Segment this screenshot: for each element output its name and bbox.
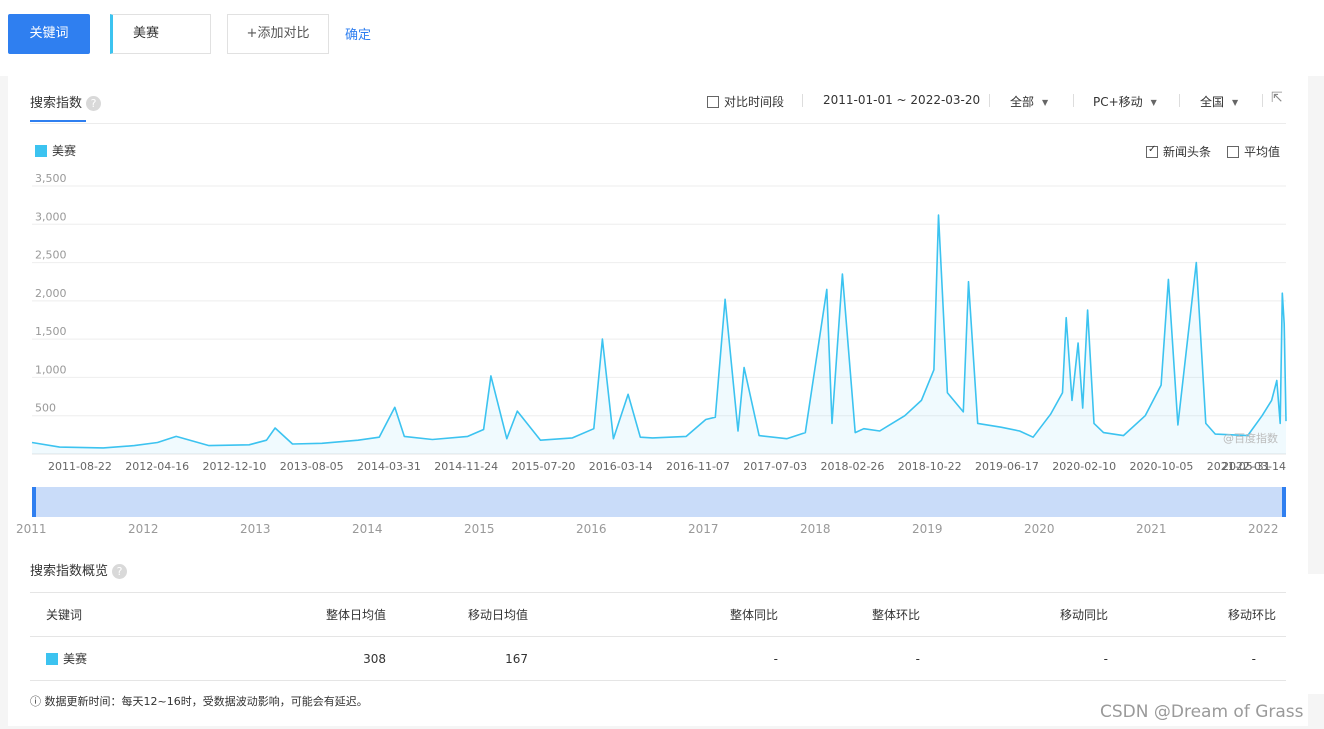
x-tick-label: 2012-12-10: [203, 460, 267, 473]
mobile-mom-cell: -: [1108, 636, 1286, 681]
y-tick-label: 2,500: [35, 249, 67, 262]
keyword-label: 美赛: [63, 652, 88, 666]
slider-year-label: 2011: [16, 522, 47, 536]
table-row: 美赛 308 167 - - - -: [30, 636, 1286, 681]
series-line: [31, 214, 1287, 449]
update-note: ⓘ 数据更新时间：每天12~16时，受数据波动影响，可能会有延迟。: [30, 695, 368, 708]
search-index-panel: 搜索指数? 对比时间段 2011-01-01 ~ 2022-03-20 全部 ▼ …: [8, 76, 1308, 726]
x-tick-label: 2022-03-14: [1222, 460, 1286, 473]
x-tick-label: 2014-03-31: [357, 460, 421, 473]
confirm-link[interactable]: 确定: [345, 24, 371, 43]
slider-year-label: 2012: [128, 522, 159, 536]
table-header-row: 关键词 整体日均值 移动日均值 整体同比 整体环比 移动同比 移动环比: [30, 592, 1286, 637]
csdn-watermark: CSDN @Dream of Grass: [1100, 702, 1304, 722]
overview-table: 关键词 整体日均值 移动日均值 整体同比 整体环比 移动同比 移动环比 美赛 3…: [30, 592, 1286, 681]
overall-yoy-cell: -: [528, 636, 778, 681]
slider-handle-right[interactable]: [1282, 487, 1286, 517]
slider-year-label: 2019: [912, 522, 943, 536]
column-header: 整体环比: [778, 592, 920, 637]
y-tick-label: 1,000: [35, 363, 67, 376]
top-bar: 关键词 美赛 +添加对比 确定: [0, 0, 1324, 76]
keyword-tab-button[interactable]: 关键词: [8, 14, 90, 54]
overall-avg-cell: 308: [180, 636, 386, 681]
x-tick-label: 2015-07-20: [512, 460, 576, 473]
column-header: 移动环比: [1108, 592, 1286, 637]
x-tick-label: 2019-06-17: [975, 460, 1039, 473]
slider-year-label: 2016: [576, 522, 607, 536]
x-tick-label: 2017-07-03: [743, 460, 807, 473]
column-header: 关键词: [30, 592, 180, 637]
search-index-chart[interactable]: 500 1,000 1,500 2,000 2,500 3,000 3,500 @百度指数 20…: [8, 76, 1308, 551]
mobile-avg-cell: 167: [386, 636, 528, 681]
slider-year-label: 2020: [1024, 522, 1055, 536]
slider-year-label: 2014: [352, 522, 383, 536]
y-tick-label: 3,500: [35, 172, 67, 185]
column-header: 移动日均值: [386, 592, 528, 637]
x-tick-label: 2013-08-05: [280, 460, 344, 473]
x-tick-label: 2020-02-10: [1052, 460, 1116, 473]
slider-year-label: 2018: [800, 522, 831, 536]
x-tick-label: 2012-04-16: [125, 460, 189, 473]
keyword-input[interactable]: 美赛: [110, 14, 211, 54]
x-tick-label: 2018-02-26: [821, 460, 885, 473]
x-tick-label: 2016-11-07: [666, 460, 730, 473]
slider-year-label: 2022: [1248, 522, 1279, 536]
overview-title-label: 搜索指数概览: [30, 564, 109, 579]
x-tick-label: 2014-11-24: [434, 460, 498, 473]
keyword-cell: 美赛: [30, 636, 180, 681]
column-header: 整体日均值: [180, 592, 386, 637]
y-tick-label: 2,000: [35, 287, 67, 300]
slider-year-label: 2013: [240, 522, 271, 536]
side-toolbar[interactable]: [1308, 574, 1324, 694]
x-tick-label: 2018-10-22: [898, 460, 962, 473]
overview-title: 搜索指数概览?: [30, 560, 128, 579]
column-header: 移动同比: [920, 592, 1108, 637]
legend-swatch: [46, 653, 58, 665]
question-icon[interactable]: ?: [112, 564, 128, 579]
slider-year-label: 2017: [688, 522, 719, 536]
time-range-slider[interactable]: [32, 487, 1286, 517]
x-tick-label: 2020-10-05: [1130, 460, 1194, 473]
y-tick-label: 1,500: [35, 325, 67, 338]
slider-year-label: 2021: [1136, 522, 1167, 536]
column-header: 整体同比: [528, 592, 778, 637]
baidu-index-watermark: @百度指数: [1223, 431, 1278, 445]
x-tick-label: 2011-08-22: [48, 460, 112, 473]
slider-handle-left[interactable]: [32, 487, 36, 517]
y-tick-label: 3,000: [35, 210, 67, 223]
add-compare-button[interactable]: +添加对比: [227, 14, 329, 54]
overall-mom-cell: -: [778, 636, 920, 681]
slider-year-label: 2015: [464, 522, 495, 536]
mobile-yoy-cell: -: [920, 636, 1108, 681]
series-area: [32, 215, 1286, 454]
y-tick-label: 500: [35, 402, 56, 415]
x-tick-label: 2016-03-14: [589, 460, 653, 473]
